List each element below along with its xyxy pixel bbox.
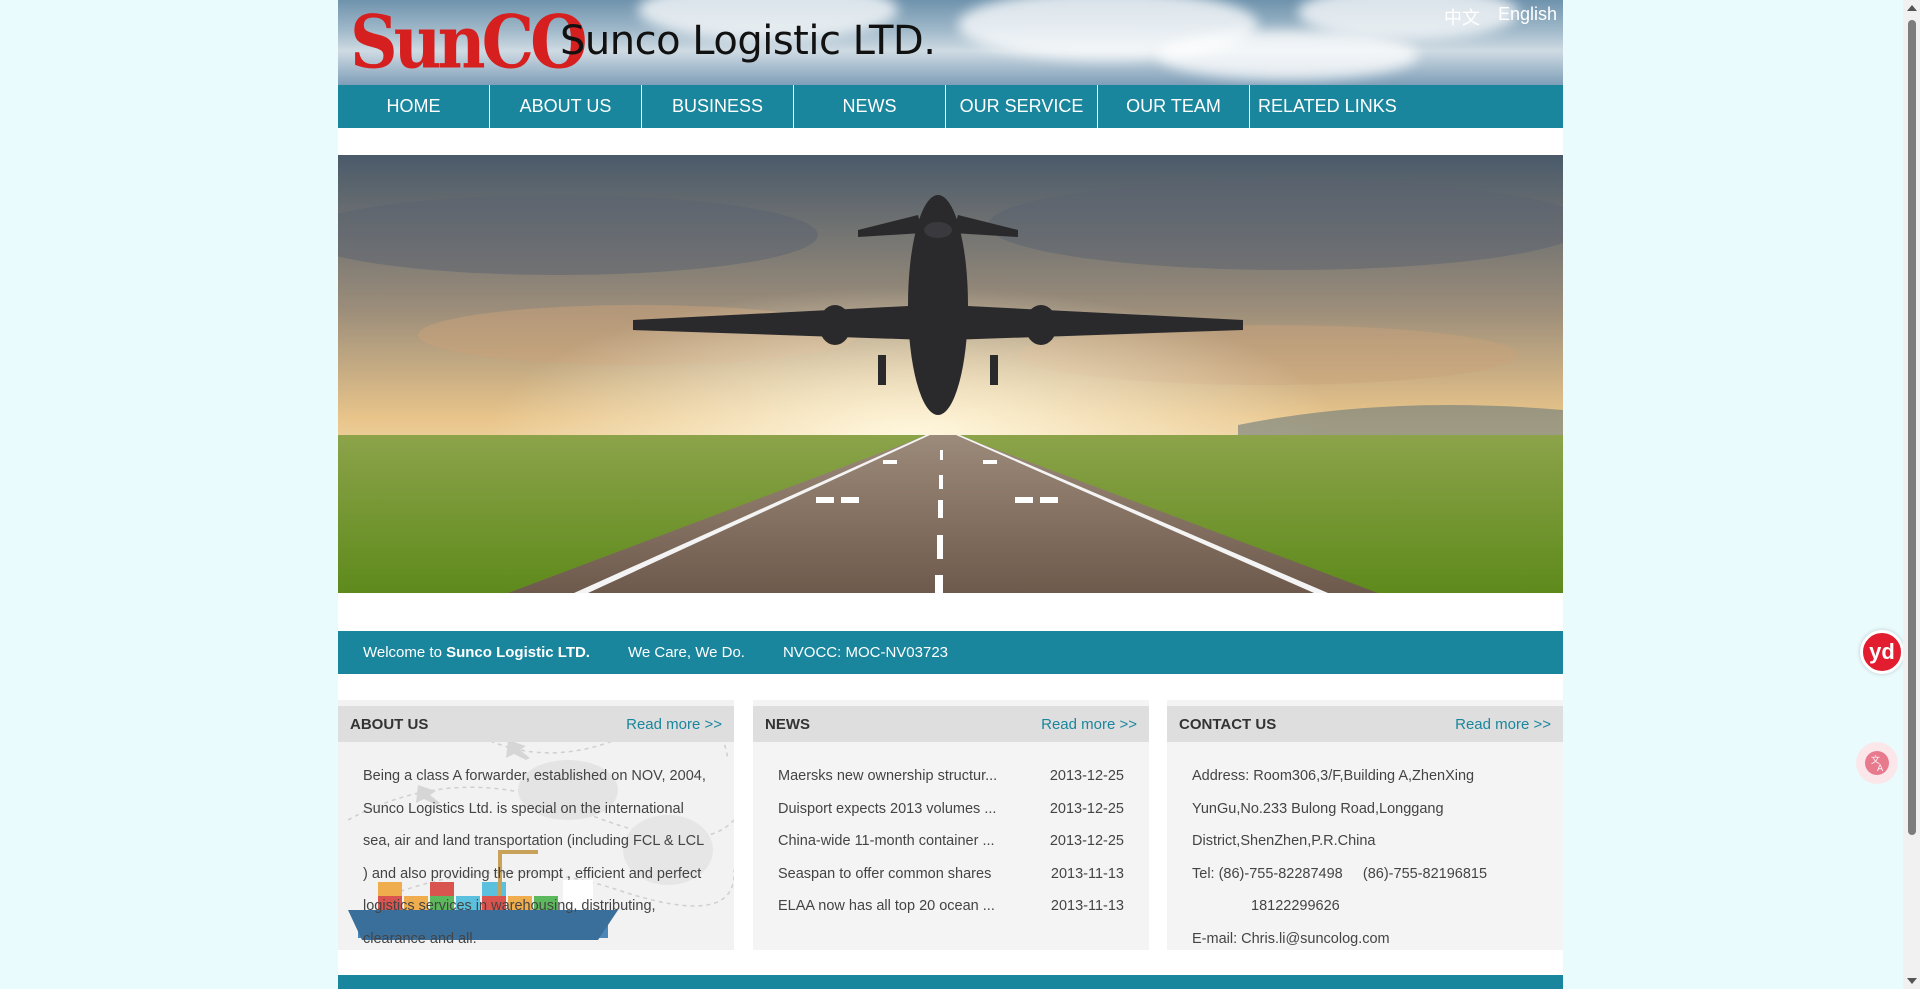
scroll-up-arrow-icon[interactable] xyxy=(1907,5,1917,11)
about-read-more-link[interactable]: Read more >> xyxy=(626,716,722,733)
lang-english-link[interactable]: English xyxy=(1498,4,1557,30)
contact-email: E-mail: Chris.li@suncolog.com xyxy=(1192,930,1390,947)
contact-info: Address: Room306,3/F,Building A,ZhenXing… xyxy=(1192,760,1538,950)
contact-title: CONTACT US xyxy=(1179,715,1277,733)
welcome-nvocc: NVOCC: MOC-NV03723 xyxy=(782,644,949,661)
news-item: Duisport expects 2013 volumes ... 2013-1… xyxy=(778,793,1124,826)
welcome-company: Sunco Logistic LTD. xyxy=(446,644,590,661)
scroll-down-arrow-icon[interactable] xyxy=(1907,978,1917,984)
yd-label: yd xyxy=(1869,639,1895,664)
contact-address-line: District,ShenZhen,P.R.China xyxy=(1192,833,1376,849)
nav-news[interactable]: NEWS xyxy=(794,85,946,128)
about-title: ABOUT US xyxy=(350,715,429,733)
translate-icon[interactable]: 文 A xyxy=(1856,742,1898,784)
news-item-link[interactable]: Seaspan to offer common shares xyxy=(778,858,991,891)
scroll-thumb[interactable] xyxy=(1908,20,1916,835)
news-item-date: 2013-12-25 xyxy=(1049,800,1124,817)
welcome-bar: Welcome to Sunco Logistic LTD. We Care, … xyxy=(338,631,1563,674)
news-panel-header: NEWS Read more >> xyxy=(753,706,1149,742)
nav-business[interactable]: BUSINESS xyxy=(642,85,794,128)
contact-address-line: Address: Room306,3/F,Building A,ZhenXing xyxy=(1192,768,1475,784)
news-title: NEWS xyxy=(765,715,810,733)
news-read-more-link[interactable]: Read more >> xyxy=(1041,716,1137,733)
news-item: Seaspan to offer common shares 2013-11-1… xyxy=(778,858,1124,891)
news-item-link[interactable]: China-wide 11-month container ... xyxy=(778,825,995,858)
about-text: Being a class A forwarder, established o… xyxy=(363,768,706,947)
header: SunCO Sunco Logistic LTD. 中文 English xyxy=(338,0,1563,85)
svg-text:A: A xyxy=(1877,764,1884,774)
contact-panel-header: CONTACT US Read more >> xyxy=(1167,706,1563,742)
news-item-link[interactable]: Maersks new ownership structur... xyxy=(778,760,997,793)
company-logo[interactable]: SunCO xyxy=(350,5,588,80)
nav-our-team[interactable]: OUR TEAM xyxy=(1098,85,1250,128)
news-item-date: 2013-11-13 xyxy=(1050,865,1124,882)
news-item-link[interactable]: ELAA now has all top 20 ocean ... xyxy=(778,890,995,923)
contact-tel: Tel: (86)-755-82287498 (86)-755-82196815 xyxy=(1192,865,1488,882)
contact-read-more-link[interactable]: Read more >> xyxy=(1455,716,1551,733)
news-item-date: 2013-11-13 xyxy=(1050,898,1124,914)
news-item-link[interactable]: Duisport expects 2013 volumes ... xyxy=(778,793,996,826)
news-list: Maersks new ownership structur... 2013-1… xyxy=(778,760,1124,923)
welcome-prefix: Welcome to xyxy=(363,644,447,661)
nav-our-service[interactable]: OUR SERVICE xyxy=(946,85,1098,128)
logo-text: SunCO xyxy=(350,0,588,85)
hero-banner-airplane xyxy=(338,155,1563,593)
news-panel: NEWS Read more >> Maersks new ownership … xyxy=(753,700,1149,950)
youdao-translate-button[interactable]: yd xyxy=(1860,630,1904,674)
news-item: Maersks new ownership structur... 2013-1… xyxy=(778,760,1124,793)
site-title: Sunco Logistic LTD. xyxy=(560,18,936,64)
nav-home[interactable]: HOME xyxy=(338,85,490,128)
about-panel: ABOUT US Read more >> Being a class A fo… xyxy=(338,700,734,950)
news-item: China-wide 11-month container ... 2013-1… xyxy=(778,825,1124,858)
contact-address-line: YunGu,No.233 Bulong Road,Longgang xyxy=(1192,800,1444,817)
main-nav: HOME ABOUT US BUSINESS NEWS OUR SERVICE … xyxy=(338,85,1563,128)
welcome-slogan: We Care, We Do. xyxy=(627,644,745,661)
contact-panel: CONTACT US Read more >> Address: Room306… xyxy=(1167,700,1563,950)
news-item-date: 2013-12-25 xyxy=(1049,768,1124,784)
nav-about-us[interactable]: ABOUT US xyxy=(490,85,642,128)
nav-related-links[interactable]: RELATED LINKS xyxy=(1250,85,1400,128)
page-container: SunCO Sunco Logistic LTD. 中文 English HOM… xyxy=(338,0,1563,989)
language-switcher: 中文 English xyxy=(1444,4,1557,30)
footer-bar xyxy=(338,975,1563,989)
news-item-date: 2013-12-25 xyxy=(1049,833,1124,849)
news-item: ELAA now has all top 20 ocean ... 2013-1… xyxy=(778,890,1124,923)
page-scrollbar[interactable] xyxy=(1903,0,1920,989)
lang-chinese-link[interactable]: 中文 xyxy=(1444,4,1480,30)
contact-mobile: 18122299626 xyxy=(1251,898,1340,914)
about-panel-header: ABOUT US Read more >> xyxy=(338,706,734,742)
